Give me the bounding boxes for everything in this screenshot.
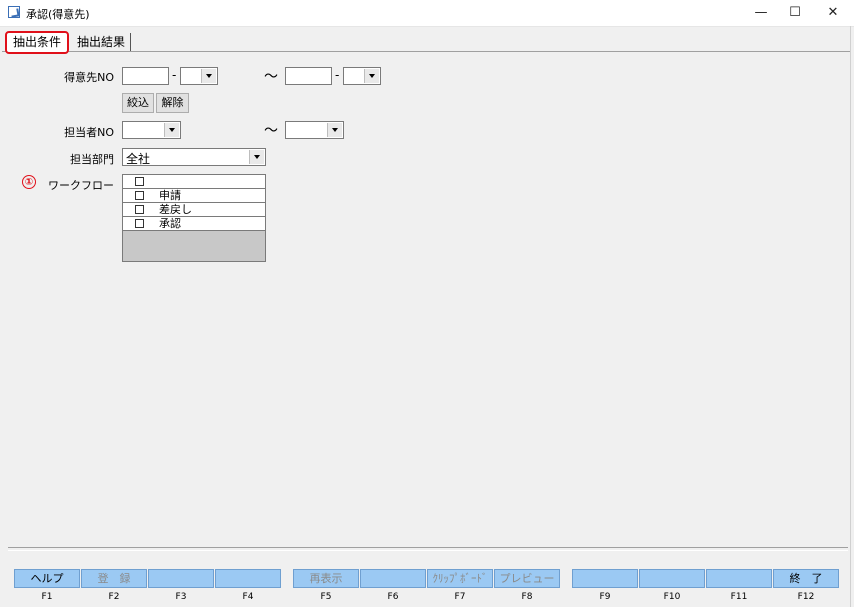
chevron-down-icon[interactable] [364, 69, 379, 83]
f10-button[interactable] [639, 569, 705, 588]
chevron-down-icon[interactable] [249, 150, 264, 164]
f9-button[interactable] [572, 569, 638, 588]
tab-extract-results[interactable]: 抽出結果 [72, 33, 132, 51]
f1-key-label: F1 [41, 592, 53, 602]
workflow-item-returned[interactable]: 差戻し [123, 203, 265, 217]
f3-button[interactable] [148, 569, 214, 588]
narrow-button[interactable]: 絞込 [122, 93, 154, 113]
f2-register-button[interactable]: 登 録 [81, 569, 147, 588]
close-button[interactable]: ✕ [810, 0, 854, 26]
workflow-item-apply[interactable]: 申請 [123, 189, 265, 203]
chevron-down-icon[interactable] [164, 123, 179, 137]
workflow-item-approved[interactable]: 承認 [123, 217, 265, 231]
checkbox[interactable] [135, 191, 144, 200]
f10-key-label: F10 [663, 592, 681, 602]
staff-no-from-combo[interactable] [122, 121, 181, 139]
f5-key-label: F5 [320, 592, 332, 602]
f8-preview-button[interactable]: プレビュー [494, 569, 560, 588]
department-combo[interactable]: 全社 [122, 148, 266, 166]
f9-key-label: F9 [599, 592, 611, 602]
f3-key-label: F3 [175, 592, 187, 602]
customer-no-to-input[interactable] [285, 67, 332, 85]
chevron-down-icon[interactable] [201, 69, 216, 83]
checkbox[interactable] [135, 219, 144, 228]
f7-clipboard-button[interactable]: ｸﾘｯﾌﾟﾎﾞｰﾄﾞ [427, 569, 493, 588]
bottom-separator [8, 547, 848, 551]
checkbox[interactable] [135, 205, 144, 214]
right-border [850, 26, 851, 607]
f7-key-label: F7 [454, 592, 466, 602]
f11-button[interactable] [706, 569, 772, 588]
workflow-label: ワークフロー [48, 179, 114, 192]
tab-extract-conditions[interactable]: 抽出条件 [5, 31, 70, 54]
customer-no-from-branch-combo[interactable] [180, 67, 218, 85]
clear-button[interactable]: 解除 [156, 93, 189, 113]
f2-key-label: F2 [108, 592, 120, 602]
window-title: 承認(得意先) [26, 8, 90, 21]
f12-exit-button[interactable]: 終 了 [773, 569, 839, 588]
checkbox[interactable] [135, 177, 144, 186]
f1-help-button[interactable]: ヘルプ [14, 569, 80, 588]
f11-key-label: F11 [730, 592, 748, 602]
customer-no-label: 得意先NO [64, 71, 114, 84]
staff-no-label: 担当者NO [64, 126, 114, 139]
f12-key-label: F12 [797, 592, 815, 602]
f8-key-label: F8 [521, 592, 533, 602]
workflow-list[interactable]: 申請 差戻し 承認 [122, 174, 266, 262]
customer-no-to-branch-combo[interactable] [343, 67, 381, 85]
staff-no-to-combo[interactable] [285, 121, 344, 139]
f6-key-label: F6 [387, 592, 399, 602]
f5-refresh-button[interactable]: 再表示 [293, 569, 359, 588]
f6-button[interactable] [360, 569, 426, 588]
customer-no-from-dash: - [172, 68, 177, 82]
f4-button[interactable] [215, 569, 281, 588]
range-tilde: ～ [264, 69, 278, 85]
app-icon [8, 6, 20, 18]
annotation-marker-1: ① [22, 175, 36, 189]
f4-key-label: F4 [242, 592, 254, 602]
range-tilde: ～ [264, 123, 278, 139]
customer-no-to-dash: - [335, 68, 340, 82]
chevron-down-icon[interactable] [327, 123, 342, 137]
department-value: 全社 [126, 152, 151, 166]
customer-no-from-input[interactable] [122, 67, 169, 85]
tab-strip-line [2, 51, 850, 52]
workflow-item-blank[interactable] [123, 175, 265, 189]
title-bar [0, 0, 854, 27]
department-label: 担当部門 [70, 153, 114, 166]
